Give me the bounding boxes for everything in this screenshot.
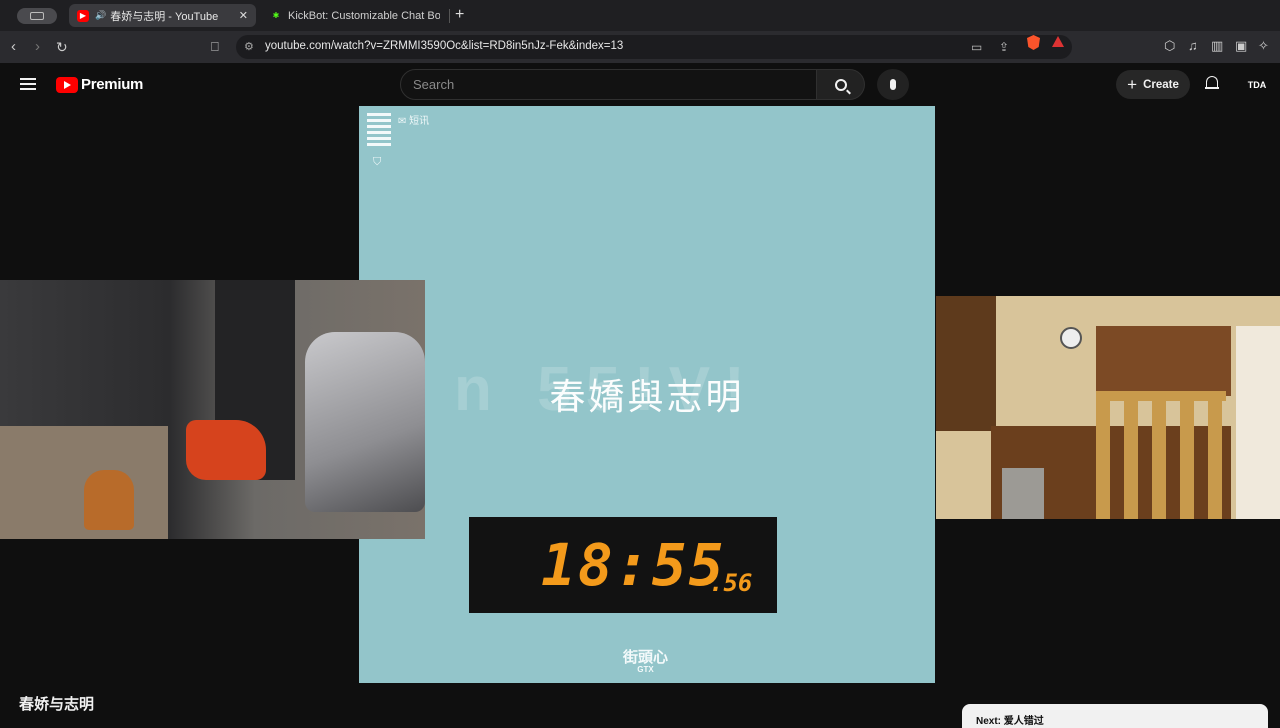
- video-frame[interactable]: ✉ 短讯 ⛉ n 55!V! 春嬌與志明 18:55 .56 街頭心 GTX: [359, 106, 935, 683]
- video-title: 春娇与志明: [19, 696, 95, 713]
- voice-search-button[interactable]: [877, 69, 909, 100]
- extensions-icon[interactable]: ⬡: [1164, 38, 1175, 54]
- notifications-bell-icon[interactable]: [1205, 76, 1219, 91]
- media-icon[interactable]: ♫: [1188, 38, 1198, 53]
- webcam-feed-right: [936, 296, 1280, 519]
- clock-time: 18:55: [541, 531, 726, 599]
- new-tab-button[interactable]: +: [455, 6, 464, 24]
- channel-logo: 街頭心 GTX: [623, 646, 668, 674]
- leo-icon[interactable]: ✧: [1258, 38, 1269, 54]
- brand-label: Premium: [81, 76, 144, 93]
- brave-rewards-icon[interactable]: [1052, 36, 1064, 47]
- wall-clock: [1060, 327, 1082, 349]
- microphone-icon: [890, 79, 896, 90]
- wallet-icon[interactable]: ▣: [1235, 38, 1247, 54]
- tab-divider: [449, 9, 450, 23]
- search-icon: [834, 78, 847, 91]
- video-menu-icon: [367, 113, 391, 149]
- video-song-title: 春嬌與志明: [549, 377, 745, 418]
- browser-tab-strip: ▶ 🔊 春娇与志明 - YouTube ✕ ✱ KickBot: Customi…: [0, 0, 1280, 31]
- youtube-logo[interactable]: Premium: [56, 76, 143, 93]
- tab-group-icon[interactable]: [17, 8, 57, 24]
- reload-icon[interactable]: ↻: [56, 38, 68, 56]
- video-filter-icon: ⛉: [373, 156, 382, 168]
- clock-centiseconds: .56: [709, 569, 753, 597]
- back-icon[interactable]: ‹: [11, 38, 16, 56]
- site-settings-icon[interactable]: ⚙: [244, 40, 254, 53]
- kickbot-favicon-icon: ✱: [272, 11, 280, 20]
- next-video-popup[interactable]: Next: 爱人错过: [962, 704, 1268, 728]
- tab-youtube[interactable]: ▶ 🔊 春娇与志明 - YouTube ✕: [69, 4, 256, 27]
- url-text[interactable]: youtube.com/watch?v=ZRMMI3590Oc&list=RD8…: [265, 40, 623, 52]
- youtube-header: Premium + Create TDA: [0, 63, 1280, 106]
- youtube-favicon-icon: ▶: [77, 9, 89, 22]
- search-button[interactable]: [817, 69, 865, 100]
- browser-toolbar: ‹ › ↻ ⎕ ⚙ youtube.com/watch?v=ZRMMI3590O…: [0, 31, 1280, 63]
- cast-icon[interactable]: ▭: [971, 40, 982, 54]
- plus-icon: +: [1127, 74, 1138, 94]
- video-mail-icon: ✉ 短讯: [398, 116, 430, 127]
- webcam-feed-left: [0, 280, 425, 539]
- audio-playing-icon[interactable]: 🔊: [95, 10, 106, 21]
- search-bar: [400, 69, 865, 100]
- tab-kickbot[interactable]: ✱ KickBot: Customizable Chat Bot fo: [262, 4, 448, 27]
- video-player[interactable]: ✉ 短讯 ⛉ n 55!V! 春嬌與志明 18:55 .56 街頭心 GTX: [0, 106, 1280, 683]
- address-bar[interactable]: ⚙ youtube.com/watch?v=ZRMMI3590Oc&list=R…: [236, 35, 1072, 59]
- search-input[interactable]: [400, 69, 817, 100]
- create-label: Create: [1143, 78, 1179, 91]
- digital-clock: 18:55 .56: [469, 517, 777, 613]
- tab-title: 春娇与志明 - YouTube: [110, 10, 219, 23]
- forward-icon[interactable]: ›: [35, 38, 40, 56]
- share-icon[interactable]: ⇪: [999, 40, 1009, 54]
- create-button[interactable]: + Create: [1116, 70, 1190, 99]
- bookmark-icon[interactable]: ⎕: [211, 38, 219, 56]
- tab-title: KickBot: Customizable Chat Bot fo: [288, 9, 440, 22]
- sidebar-icon[interactable]: ▥: [1211, 38, 1223, 54]
- menu-icon[interactable]: [20, 78, 36, 90]
- avatar[interactable]: TDA: [1245, 73, 1269, 97]
- channel-logo-top: 街頭心: [623, 649, 669, 666]
- close-tab-icon[interactable]: ✕: [239, 9, 248, 22]
- gaming-chair: [305, 332, 425, 512]
- youtube-play-icon: [56, 76, 78, 93]
- video-mail-text: 短讯: [409, 116, 430, 127]
